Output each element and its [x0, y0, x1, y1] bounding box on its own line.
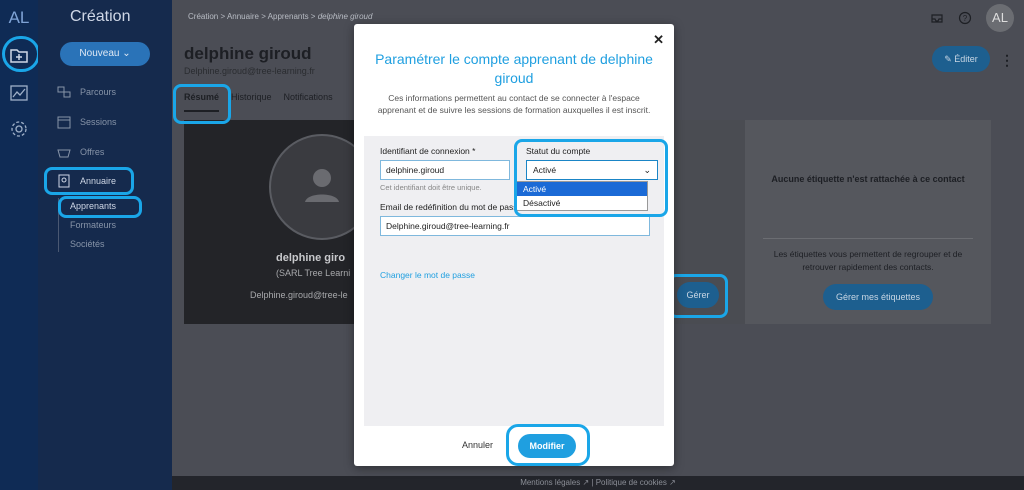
basket-icon [57, 149, 71, 158]
svg-text:?: ? [963, 14, 968, 23]
close-icon[interactable]: ✕ [653, 32, 664, 48]
calendar-icon [57, 116, 71, 129]
legal-link[interactable]: Mentions légales [520, 478, 580, 487]
sidebar-subitem-societes[interactable]: Sociétés [70, 239, 105, 249]
breadcrumb-item[interactable]: Création [188, 12, 218, 21]
status-dropdown: Activé Désactivé [516, 181, 648, 211]
sidebar-subitem-apprenants[interactable]: Apprenants [70, 201, 116, 211]
subnav-line [58, 198, 59, 252]
sidebar-item-annuaire[interactable]: Annuaire [56, 171, 116, 191]
gear-icon[interactable] [8, 118, 30, 140]
modal-description: Ces informations permettent au contact d… [377, 93, 651, 115]
breadcrumb-current: delphine giroud [317, 12, 373, 21]
sidebar-item-sessions[interactable]: Sessions [56, 112, 117, 132]
profile-card: delphine giro (SARL Tree Learni Delphine… [184, 120, 375, 324]
breadcrumb: Création > Annuaire > Apprenants > delph… [188, 12, 373, 21]
profile-tabs: Résumé Historique Notifications [184, 92, 333, 112]
breadcrumb-item[interactable]: Annuaire [227, 12, 259, 21]
card-name: delphine giro [276, 252, 346, 264]
status-option-active[interactable]: Activé [517, 182, 647, 196]
footer: Mentions légales ↗ | Politique de cookie… [172, 476, 1024, 490]
more-options-icon[interactable]: ⋮ [1000, 52, 1014, 69]
sidebar: Création Nouveau ⌄ Parcours Sessions Off… [38, 0, 172, 490]
account-settings-modal: ✕ Paramétrer le compte apprenant de delp… [354, 24, 674, 466]
chevron-down-icon: ⌄ [643, 165, 651, 175]
new-button[interactable]: Nouveau ⌄ [60, 42, 150, 66]
login-label: Identifiant de connexion * [380, 146, 476, 156]
sidebar-item-label: Offres [80, 147, 105, 157]
reset-email-input[interactable]: Delphine.giroud@tree-learning.fr [380, 216, 650, 236]
card-email: Delphine.giroud@tree-le [250, 290, 348, 300]
modal-title: Paramétrer le compte apprenant de delphi… [375, 51, 653, 86]
change-password-link[interactable]: Changer le mot de passe [380, 270, 475, 280]
card-organization: (SARL Tree Learni [276, 268, 351, 278]
status-select[interactable]: Activé ⌄ [526, 160, 658, 180]
sidebar-item-parcours[interactable]: Parcours [56, 82, 116, 102]
sidebar-title: Création [70, 8, 131, 25]
manage-tags-button[interactable]: Gérer mes étiquettes [823, 284, 933, 310]
breadcrumb-item[interactable]: Apprenants [268, 12, 309, 21]
tags-empty-title: Aucune étiquette n'est rattachée à ce co… [771, 174, 965, 184]
divider [763, 238, 973, 239]
icon-rail: AL [0, 0, 38, 490]
cookies-link[interactable]: Politique de cookies [596, 478, 667, 487]
top-icons: ? AL [930, 4, 1014, 32]
sidebar-subitem-formateurs[interactable]: Formateurs [70, 220, 116, 230]
sidebar-item-label: Sessions [80, 117, 117, 127]
manage-button[interactable]: Gérer [677, 282, 719, 308]
tab-notifications[interactable]: Notifications [284, 92, 333, 112]
inbox-icon[interactable] [930, 11, 944, 25]
sidebar-item-label: Annuaire [80, 176, 117, 186]
user-avatar[interactable]: AL [986, 4, 1014, 32]
status-option-disabled[interactable]: Désactivé [517, 196, 647, 210]
tags-description: Les étiquettes vous permettent de regrou… [773, 249, 963, 272]
cancel-button[interactable]: Annuler [462, 440, 493, 450]
folder-plus-icon[interactable] [8, 44, 30, 66]
footer-separator: | [591, 478, 594, 487]
tab-historique[interactable]: Historique [231, 92, 272, 112]
sidebar-item-offres[interactable]: Offres [56, 142, 104, 162]
reset-email-label: Email de redéfinition du mot de passe [380, 202, 523, 212]
profile-email: Delphine.giroud@tree-learning.fr [184, 66, 315, 76]
tab-resume[interactable]: Résumé [184, 92, 220, 112]
chart-icon[interactable] [8, 82, 30, 104]
login-help: Cet identifiant doit être unique. [380, 183, 482, 192]
contacts-book-icon [58, 174, 70, 188]
app-logo: AL [8, 8, 30, 27]
profile-name: delphine giroud [184, 44, 312, 63]
status-select-value: Activé [533, 165, 557, 175]
edit-button-label: Éditer [954, 54, 978, 64]
login-input[interactable]: delphine.giroud [380, 160, 510, 180]
tags-card: Aucune étiquette n'est rattachée à ce co… [745, 120, 991, 324]
sidebar-item-label: Parcours [80, 87, 117, 97]
submit-button[interactable]: Modifier [518, 434, 576, 458]
edit-button[interactable]: ✎ Éditer [932, 46, 990, 72]
help-icon[interactable]: ? [958, 11, 972, 25]
modal-footer: Annuler Modifier [354, 426, 674, 466]
status-label: Statut du compte [526, 146, 591, 156]
parcours-icon [57, 86, 71, 98]
